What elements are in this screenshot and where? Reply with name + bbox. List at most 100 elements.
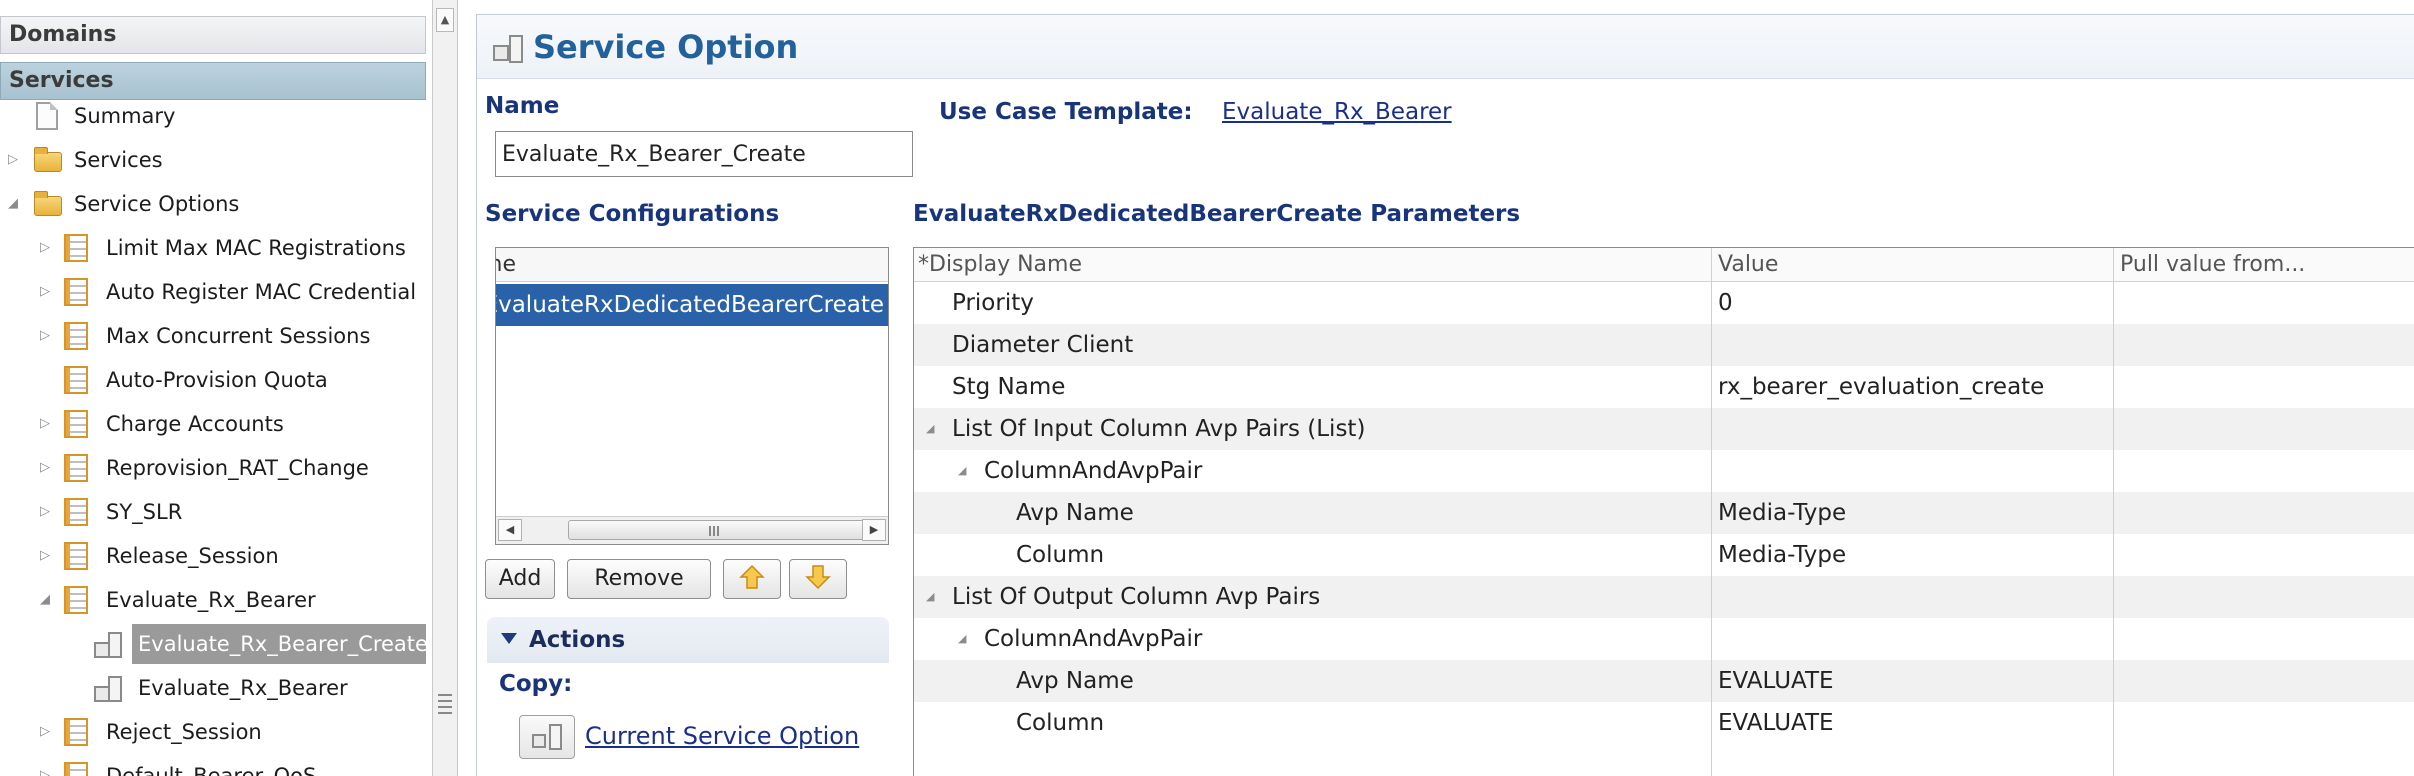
chevron-right-icon[interactable]: ▷ — [38, 712, 52, 752]
chevron-down-icon[interactable]: ◢ — [38, 580, 52, 620]
cell-value[interactable] — [1712, 576, 2114, 618]
chevron-down-icon[interactable]: ◢ — [958, 450, 966, 492]
chevron-right-icon[interactable]: ▷ — [38, 272, 52, 312]
list-column-header[interactable]: Name — [496, 248, 888, 282]
horizontal-scrollbar[interactable]: ◀ ▶ — [496, 516, 888, 544]
table-row[interactable]: Priority 0 — [914, 282, 2414, 324]
add-button[interactable]: Add — [485, 559, 555, 599]
cell-pull-value[interactable] — [2114, 702, 2414, 744]
cell-value[interactable]: 0 — [1712, 282, 2114, 324]
service-configurations-list[interactable]: Name EvaluateRxDedicatedBearerCreate ◀ ▶ — [495, 247, 889, 545]
move-up-button[interactable] — [723, 559, 781, 599]
actions-panel-header[interactable]: Actions — [487, 617, 889, 663]
tree-item-charge-accounts[interactable]: ▷ Charge Accounts — [0, 404, 430, 444]
scroll-up-arrow-icon[interactable]: ▲ — [436, 8, 454, 32]
table-row[interactable]: ◢ ColumnAndAvpPair — [914, 450, 2414, 492]
copy-service-option-icon[interactable] — [519, 715, 575, 759]
tree-item-auto-provision-quota[interactable]: Auto-Provision Quota — [0, 360, 430, 400]
cell-value[interactable]: Media-Type — [1712, 492, 2114, 534]
cell-value[interactable] — [1712, 618, 2114, 660]
column-header-pull-value[interactable]: Pull value from... — [2114, 248, 2414, 282]
navigation-scrollbar[interactable]: ▲ — [432, 0, 458, 776]
copy-current-service-option-link[interactable]: Current Service Option — [585, 719, 859, 753]
chevron-right-icon[interactable]: ▷ — [38, 492, 52, 532]
name-input[interactable] — [495, 131, 913, 177]
table-row[interactable]: Column EVALUATE — [914, 702, 2414, 744]
use-case-template-link[interactable]: Evaluate_Rx_Bearer — [1222, 97, 1452, 127]
cell-value[interactable] — [1712, 408, 2114, 450]
tree-item-auto-register-mac[interactable]: ▷ Auto Register MAC Credential — [0, 272, 430, 312]
parameters-table[interactable]: *Display Name Value Pull value from... P… — [913, 247, 2414, 776]
cell-pull-value[interactable] — [2114, 324, 2414, 366]
name-label: Name — [485, 93, 560, 119]
param-name: List Of Output Column Avp Pairs — [952, 584, 1321, 610]
table-row[interactable]: Avp Name EVALUATE — [914, 660, 2414, 702]
tree-item-evaluate-rx-bearer-create[interactable]: Evaluate_Rx_Bearer_Create — [0, 624, 430, 664]
tree-item-summary[interactable]: Summary — [0, 96, 430, 136]
column-header-display-name[interactable]: *Display Name — [914, 248, 1712, 282]
tree-item-reprovision-rat-change[interactable]: ▷ Reprovision_RAT_Change — [0, 448, 430, 488]
table-row[interactable]: Avp Name Media-Type — [914, 492, 2414, 534]
table-row[interactable]: Stg Name rx_bearer_evaluation_create — [914, 366, 2414, 408]
scrollbar-thumb[interactable] — [568, 520, 866, 540]
chevron-right-icon[interactable]: ▷ — [38, 756, 52, 776]
splitter-grip-icon[interactable] — [438, 694, 452, 714]
tree-item-evaluate-rx-bearer-config[interactable]: Evaluate_Rx_Bearer — [0, 668, 430, 708]
tree-item-reject-session[interactable]: ▷ Reject_Session — [0, 712, 430, 752]
cell-pull-value[interactable] — [2114, 366, 2414, 408]
tree-item-service-options[interactable]: ◢ Service Options — [0, 184, 430, 224]
cell-value[interactable]: EVALUATE — [1712, 660, 2114, 702]
chevron-right-icon[interactable]: ▷ — [38, 404, 52, 444]
scroll-left-arrow-icon[interactable]: ◀ — [498, 519, 522, 541]
chevron-down-icon[interactable]: ◢ — [6, 184, 20, 224]
cell-value[interactable] — [1712, 324, 2114, 366]
cell-value[interactable]: EVALUATE — [1712, 702, 2114, 744]
list-item[interactable]: EvaluateRxDedicatedBearerCreate — [496, 284, 888, 326]
table-row[interactable]: Diameter Client — [914, 324, 2414, 366]
chevron-right-icon[interactable]: ▷ — [38, 536, 52, 576]
tree-item-release-session[interactable]: ▷ Release_Session — [0, 536, 430, 576]
tree-item-default-bearer-qos[interactable]: ▷ Default_Bearer_QoS — [0, 756, 430, 776]
tree-item-limit-max-mac[interactable]: ▷ Limit Max MAC Registrations — [0, 228, 430, 268]
chevron-right-icon[interactable]: ▷ — [38, 316, 52, 356]
domains-header[interactable]: Domains — [0, 16, 426, 54]
cell-pull-value[interactable] — [2114, 618, 2414, 660]
tree-item-sy-slr[interactable]: ▷ SY_SLR — [0, 492, 430, 532]
cell-pull-value[interactable] — [2114, 408, 2414, 450]
cell-value — [1712, 744, 2114, 776]
cell-pull-value[interactable] — [2114, 660, 2414, 702]
move-down-button[interactable] — [789, 559, 847, 599]
table-row[interactable]: ◢ List Of Output Column Avp Pairs — [914, 576, 2414, 618]
cell-pull-value[interactable] — [2114, 534, 2414, 576]
column-header-value[interactable]: Value — [1712, 248, 2114, 282]
scroll-right-arrow-icon[interactable]: ▶ — [862, 519, 886, 541]
param-name: ColumnAndAvpPair — [984, 458, 1203, 484]
cell-value[interactable]: rx_bearer_evaluation_create — [1712, 366, 2114, 408]
cell-value[interactable] — [1712, 450, 2114, 492]
cell-display-name: ◢ ColumnAndAvpPair — [914, 450, 1712, 492]
remove-button[interactable]: Remove — [567, 559, 711, 599]
tree-item-label: Release_Session — [106, 544, 279, 568]
cell-value[interactable]: Media-Type — [1712, 534, 2114, 576]
cell-pull-value[interactable] — [2114, 282, 2414, 324]
chevron-right-icon[interactable]: ▷ — [38, 448, 52, 488]
tree-item-max-concurrent-sessions[interactable]: ▷ Max Concurrent Sessions — [0, 316, 430, 356]
tree-item-label: Reject_Session — [106, 720, 262, 744]
cell-pull-value[interactable] — [2114, 492, 2414, 534]
table-row[interactable]: ◢ List Of Input Column Avp Pairs (List) — [914, 408, 2414, 450]
tree-item-services[interactable]: ▷ Services — [0, 140, 430, 180]
service-option-icon — [493, 33, 525, 63]
chevron-down-icon[interactable]: ◢ — [926, 408, 934, 450]
tree-item-label: Default_Bearer_QoS — [106, 764, 317, 776]
chevron-right-icon[interactable]: ▷ — [6, 140, 20, 180]
table-row[interactable]: ◢ ColumnAndAvpPair — [914, 618, 2414, 660]
chevron-down-icon[interactable]: ◢ — [958, 618, 966, 660]
services-header[interactable]: Services — [0, 62, 426, 100]
cell-pull-value[interactable] — [2114, 450, 2414, 492]
service-option-editor: Service Option Name Use Case Template: E… — [476, 14, 2414, 776]
cell-pull-value[interactable] — [2114, 576, 2414, 618]
chevron-down-icon[interactable]: ◢ — [926, 576, 934, 618]
table-row[interactable]: Column Media-Type — [914, 534, 2414, 576]
tree-item-evaluate-rx-bearer[interactable]: ◢ Evaluate_Rx_Bearer — [0, 580, 430, 620]
chevron-right-icon[interactable]: ▷ — [38, 228, 52, 268]
